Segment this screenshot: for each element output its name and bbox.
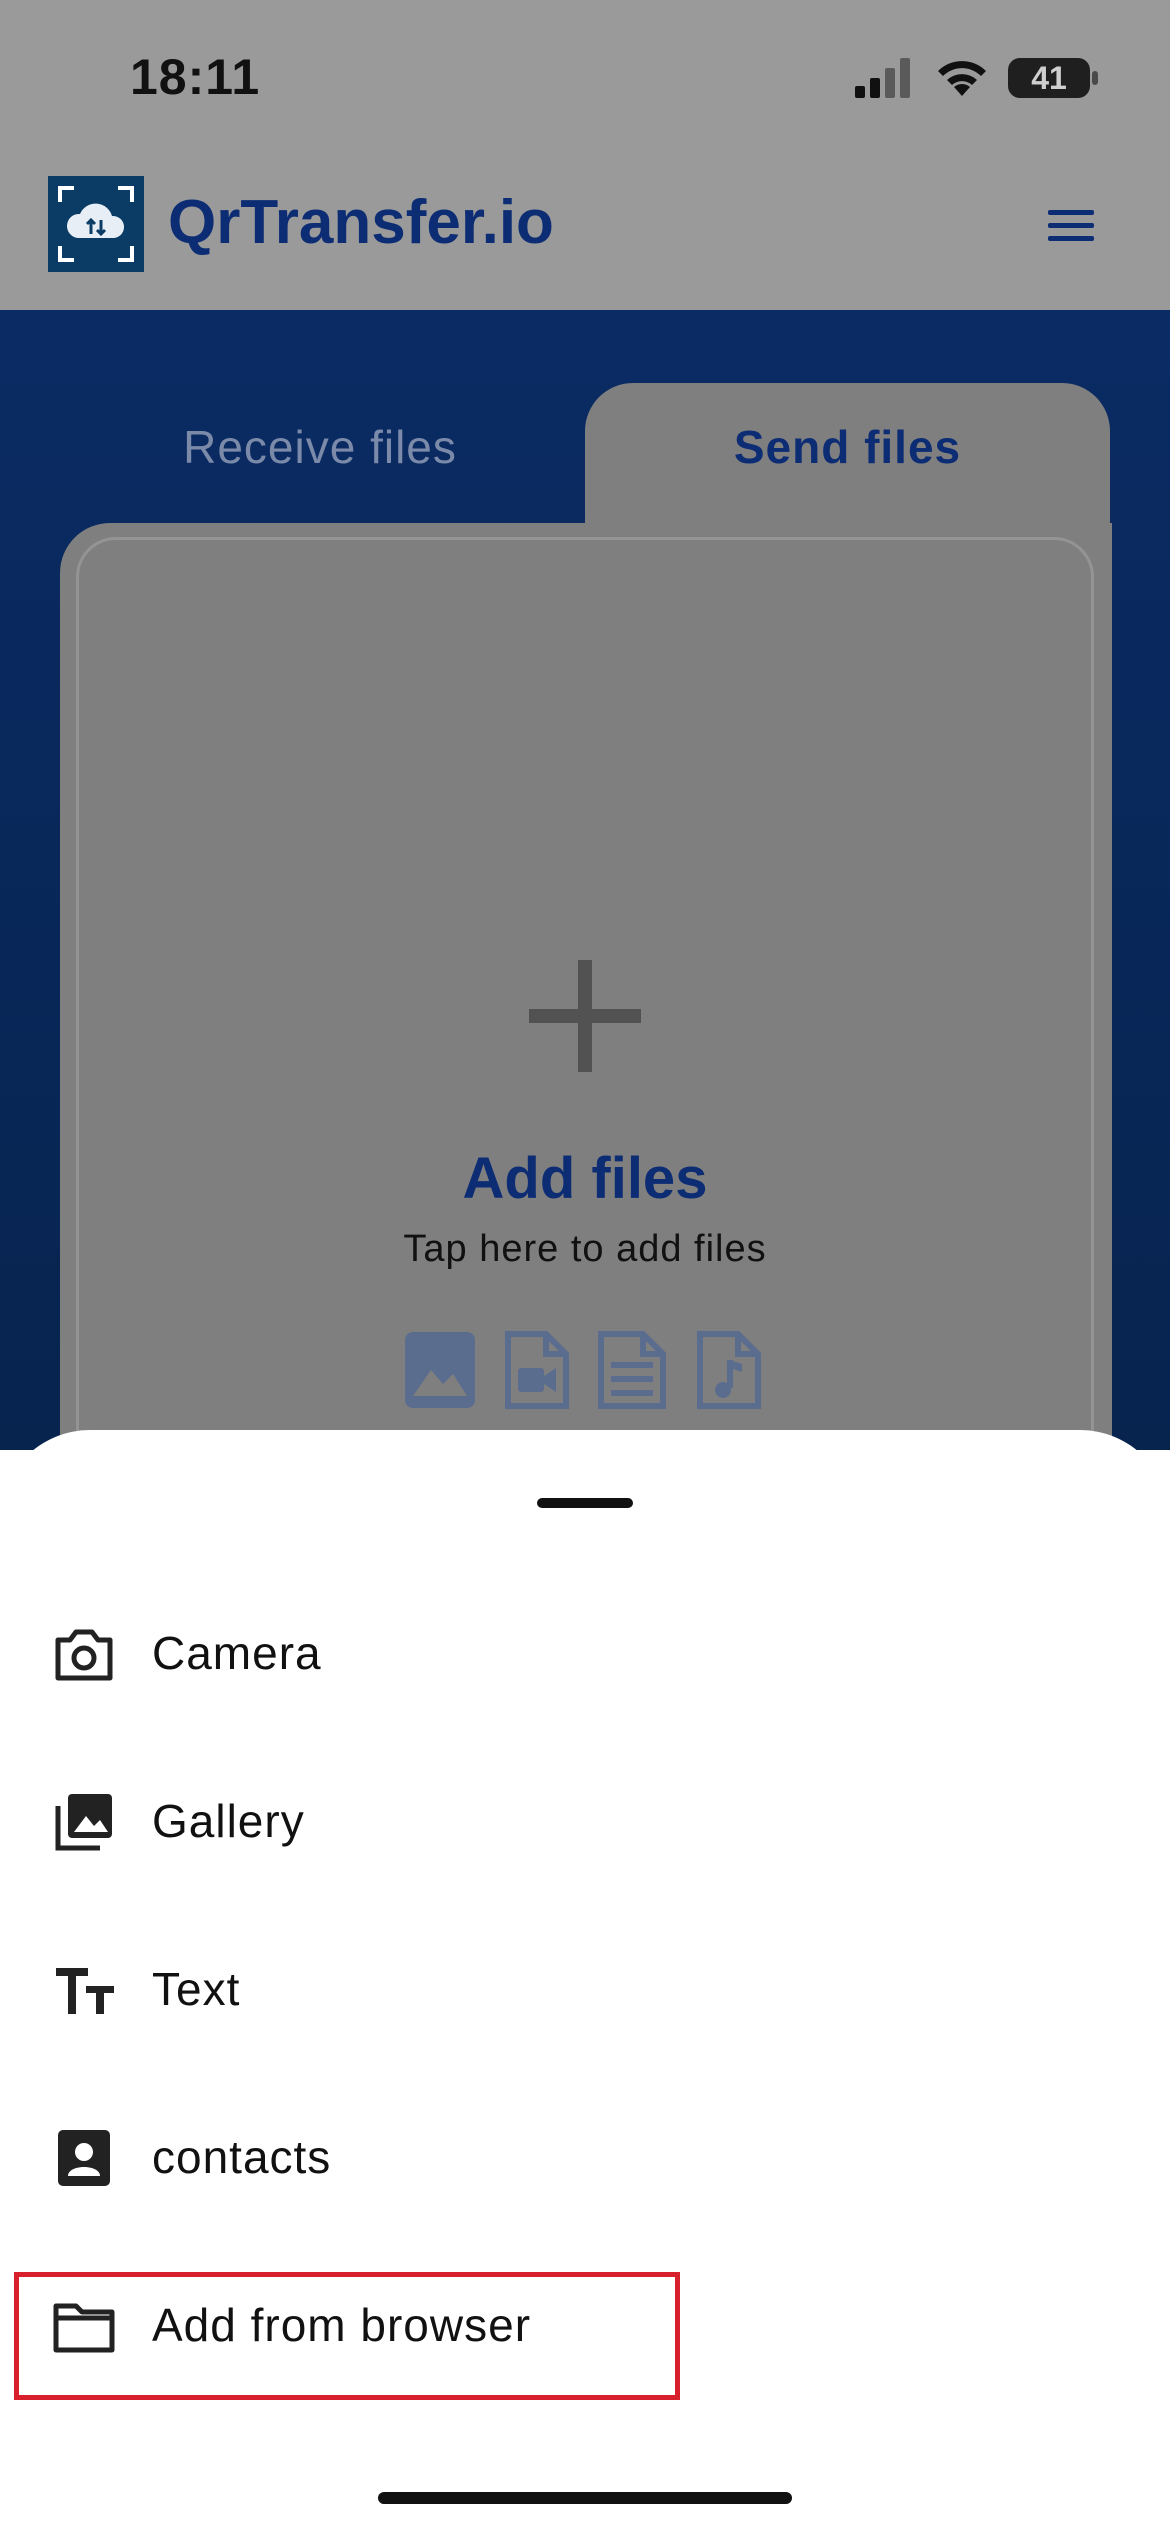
- sheet-item-label: Text: [152, 1963, 241, 2015]
- sheet-grabber-handle[interactable]: [537, 1498, 633, 1508]
- sheet-item-contacts[interactable]: contacts: [0, 2086, 1170, 2236]
- highlight-box: [14, 2272, 680, 2400]
- tab-send-files-label: Send files: [733, 421, 962, 473]
- sheet-item-label: Gallery: [152, 1795, 305, 1847]
- sheet-item-text[interactable]: Text: [0, 1918, 1170, 2068]
- camera-icon: [55, 1629, 113, 1681]
- app-title: QrTransfer.io: [168, 188, 554, 257]
- plus-icon-bar: [529, 1009, 641, 1023]
- tab-receive-files[interactable]: Receive files: [120, 420, 520, 474]
- image-file-icon: [405, 1332, 475, 1408]
- sheet-item-gallery[interactable]: Gallery: [0, 1750, 1170, 1900]
- status-time: 18:11: [130, 49, 261, 105]
- sheet-item-label: Camera: [152, 1627, 322, 1679]
- add-files-title: Add files: [462, 1146, 708, 1211]
- home-indicator: [378, 2492, 792, 2504]
- sheet-item-camera[interactable]: Camera: [0, 1582, 1170, 1732]
- video-file-icon: [505, 1331, 569, 1409]
- cellular-signal-icon: [855, 58, 910, 98]
- add-files-subtitle: Tap here to add files: [403, 1228, 767, 1270]
- wifi-icon: [938, 61, 986, 96]
- cloud-transfer-icon: [48, 176, 144, 272]
- gallery-icon: [55, 1794, 112, 1851]
- battery-cap: [1092, 71, 1098, 85]
- battery-indicator: 41: [1008, 58, 1090, 98]
- hamburger-menu-icon[interactable]: [1048, 208, 1102, 244]
- text-size-icon: [56, 1968, 114, 2014]
- document-file-icon: [598, 1331, 666, 1409]
- audio-file-icon: [697, 1331, 761, 1409]
- contact-card-icon: [58, 2130, 110, 2186]
- sheet-item-label: contacts: [152, 2131, 332, 2183]
